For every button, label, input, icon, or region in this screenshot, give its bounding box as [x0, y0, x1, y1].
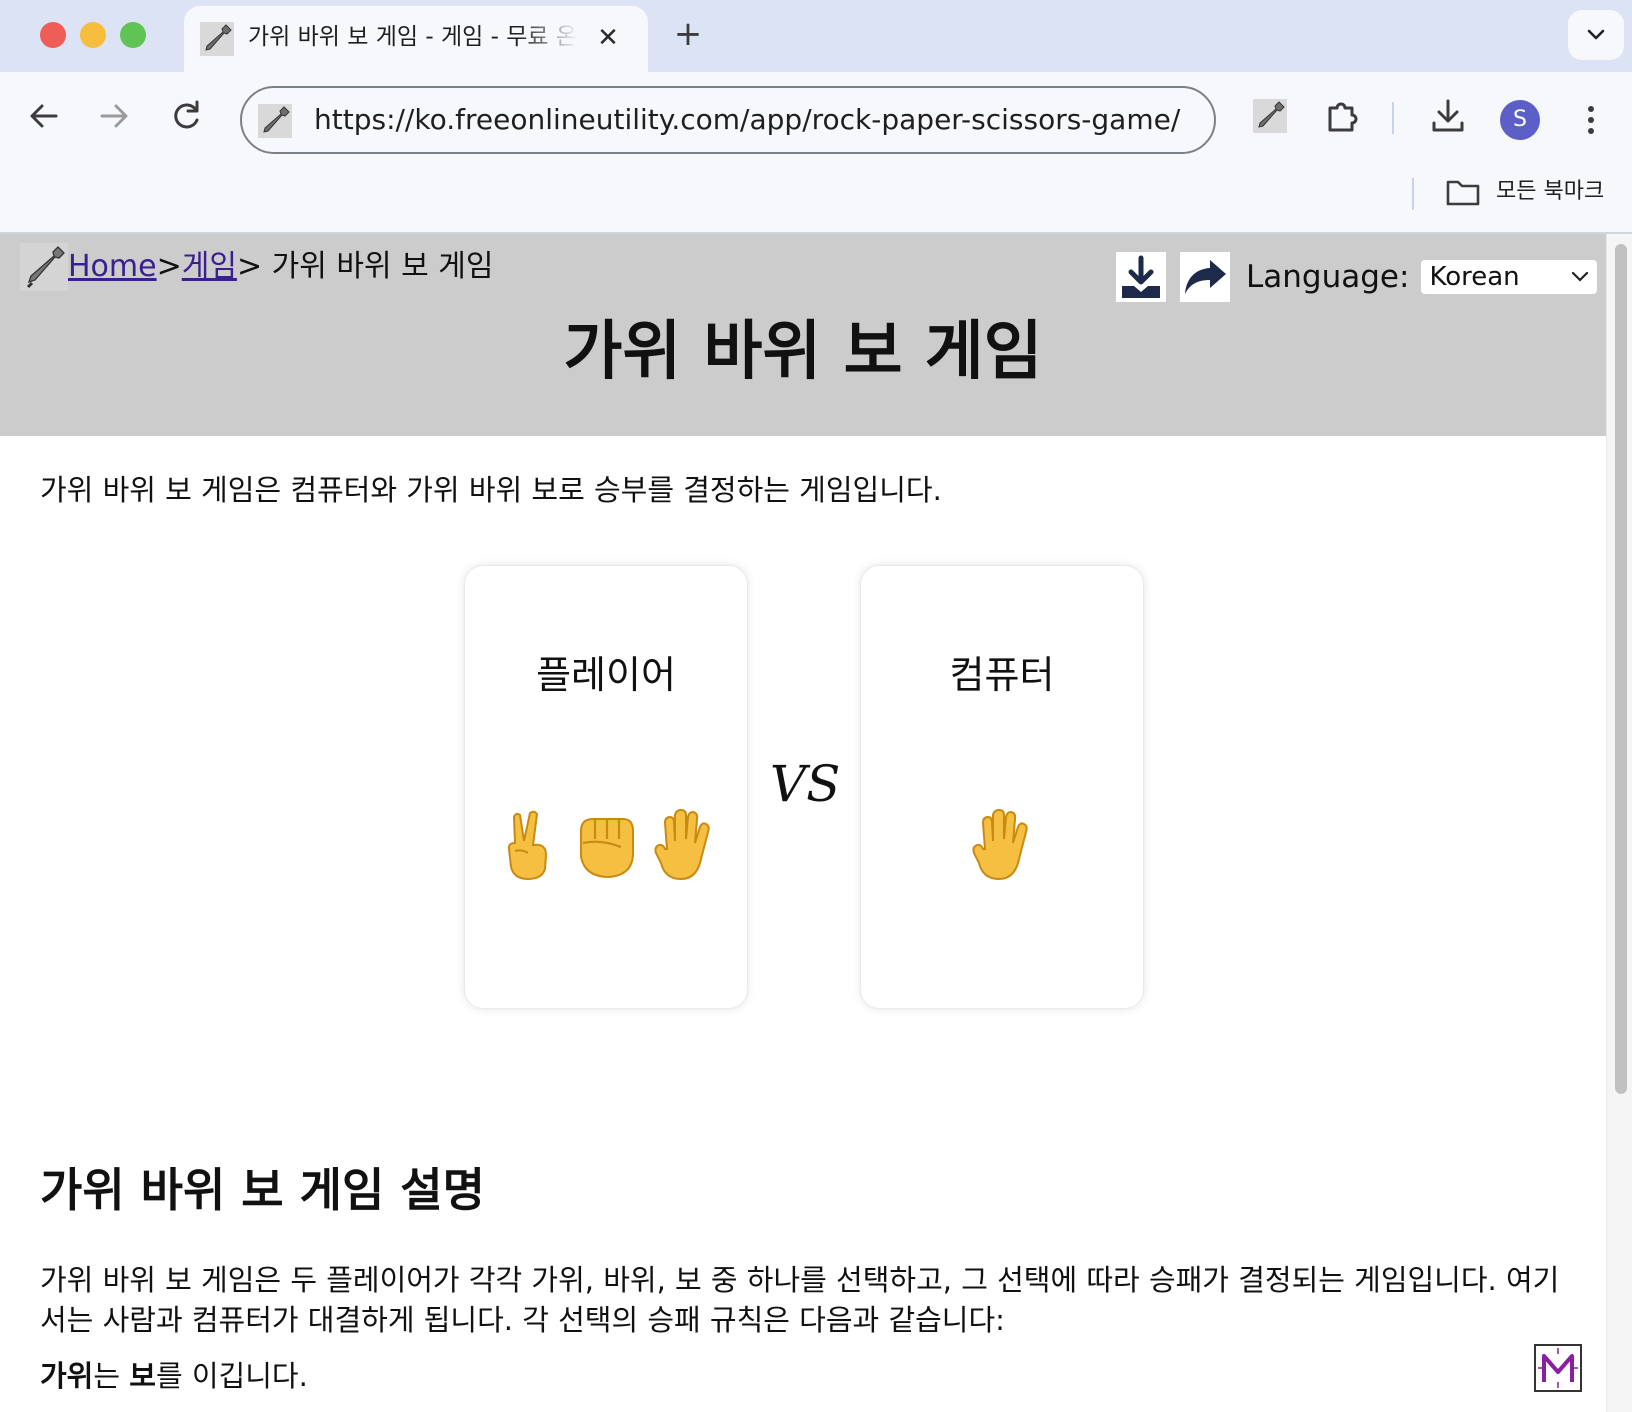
- extensions-puzzle-icon[interactable]: [1322, 96, 1362, 136]
- breadcrumb-home-link[interactable]: Home: [68, 247, 157, 287]
- new-tab-button[interactable]: +: [670, 16, 706, 52]
- player-card: 플레이어: [465, 566, 747, 1008]
- download-icon[interactable]: [1428, 96, 1468, 136]
- download-tray-icon: [1122, 255, 1160, 298]
- description-text: 가위 바위 보 게임은 두 플레이어가 각각 가위, 바위, 보 중 하나를 선…: [40, 1263, 1560, 1337]
- tab-title: 가위 바위 보 게임 - 게임 - 무료 온라인: [248, 24, 578, 50]
- share-arrow-icon: [1185, 260, 1226, 294]
- victory-hand-icon: [507, 810, 548, 881]
- breadcrumb-separator: >: [156, 249, 182, 284]
- breadcrumb-separator: >: [236, 249, 263, 284]
- toolbar: https://ko.freeonlineutility.com/app/roc…: [0, 72, 1632, 158]
- computer-choice: [861, 806, 1143, 884]
- wrench-favicon-icon: [200, 22, 234, 56]
- forward-arrow-icon[interactable]: [94, 96, 134, 136]
- reload-icon[interactable]: [166, 96, 206, 136]
- breadcrumb-category-link[interactable]: 게임: [182, 247, 237, 287]
- paper-choice-button[interactable]: [645, 806, 723, 884]
- page-header: Home > 게임 > 가위 바위 보 게임 Language: Korean: [0, 234, 1606, 436]
- page-viewport: Home > 게임 > 가위 바위 보 게임 Language: Korean: [0, 234, 1606, 1412]
- bookmarks-bar: 모든 북마크: [0, 158, 1632, 232]
- maximize-window-button[interactable]: [120, 22, 146, 48]
- language-label: Language:: [1246, 259, 1410, 295]
- toolbar-divider: [1392, 102, 1394, 134]
- minimize-window-button[interactable]: [80, 22, 106, 48]
- close-window-button[interactable]: [40, 22, 66, 48]
- address-bar[interactable]: https://ko.freeonlineutility.com/app/roc…: [240, 86, 1216, 154]
- breadcrumb: Home > 게임 > 가위 바위 보 게임: [20, 242, 493, 292]
- scissors-choice-button[interactable]: [489, 806, 567, 884]
- page-title: 가위 바위 보 게임: [563, 315, 1043, 389]
- url-text[interactable]: https://ko.freeonlineutility.com/app/roc…: [314, 103, 1180, 137]
- install-app-button[interactable]: [1116, 252, 1166, 302]
- rule-text: 는: [93, 1359, 130, 1393]
- page-scrollbar[interactable]: [1606, 234, 1632, 1412]
- intro-text: 가위 바위 보 게임은 컴퓨터와 가위 바위 보로 승부를 결정하는 게임입니다…: [40, 473, 942, 507]
- scrollbar-thumb[interactable]: [1615, 244, 1627, 1094]
- player-choices: [465, 806, 747, 884]
- tab-search-button[interactable]: [1568, 10, 1624, 60]
- all-bookmarks-label: 모든 북마크: [1496, 179, 1605, 204]
- chevron-down-icon: [1572, 271, 1589, 282]
- language-selected-value: Korean: [1429, 262, 1520, 292]
- tab-strip: 가위 바위 보 게임 - 게임 - 무료 온라인 ✕ +: [0, 0, 1632, 72]
- raised-fist-icon: [580, 818, 634, 879]
- more-menu-icon[interactable]: [1576, 100, 1606, 140]
- site-logo-icon[interactable]: [20, 243, 68, 291]
- description-heading: 가위 바위 보 게임 설명: [40, 1163, 485, 1217]
- folder-icon: [1446, 180, 1480, 206]
- m-logo-badge-icon[interactable]: [1534, 1344, 1582, 1392]
- player-card-title: 플레이어: [536, 653, 676, 697]
- rule-text: 를 이깁니다.: [155, 1359, 308, 1393]
- header-tools: Language: Korean: [1116, 252, 1598, 302]
- back-arrow-icon[interactable]: [24, 96, 64, 136]
- active-tab[interactable]: 가위 바위 보 게임 - 게임 - 무료 온라인 ✕: [184, 6, 648, 72]
- rule-scissors-beats-paper: 가위는 보를 이깁니다.: [40, 1356, 308, 1396]
- rule-term: 가위: [40, 1359, 94, 1393]
- language-select[interactable]: Korean: [1421, 260, 1598, 294]
- computer-card: 컴퓨터: [861, 566, 1143, 1008]
- rock-choice-button[interactable]: [567, 806, 645, 884]
- tab-close-icon[interactable]: ✕: [594, 24, 622, 52]
- site-extension-icon[interactable]: [1250, 96, 1290, 136]
- bookmarks-divider: [1412, 178, 1414, 210]
- rule-term: 보: [129, 1359, 156, 1393]
- profile-avatar[interactable]: S: [1500, 100, 1540, 140]
- computer-card-title: 컴퓨터: [949, 653, 1055, 697]
- wrench-favicon-icon: [258, 104, 292, 138]
- computer-choice-display: [963, 806, 1041, 884]
- chevron-down-icon: [1587, 29, 1605, 40]
- raised-hand-icon: [654, 809, 710, 881]
- share-button[interactable]: [1180, 252, 1230, 302]
- raised-hand-icon: [972, 809, 1028, 881]
- breadcrumb-current: 가위 바위 보 게임: [262, 249, 494, 284]
- versus-label: VS: [770, 755, 841, 813]
